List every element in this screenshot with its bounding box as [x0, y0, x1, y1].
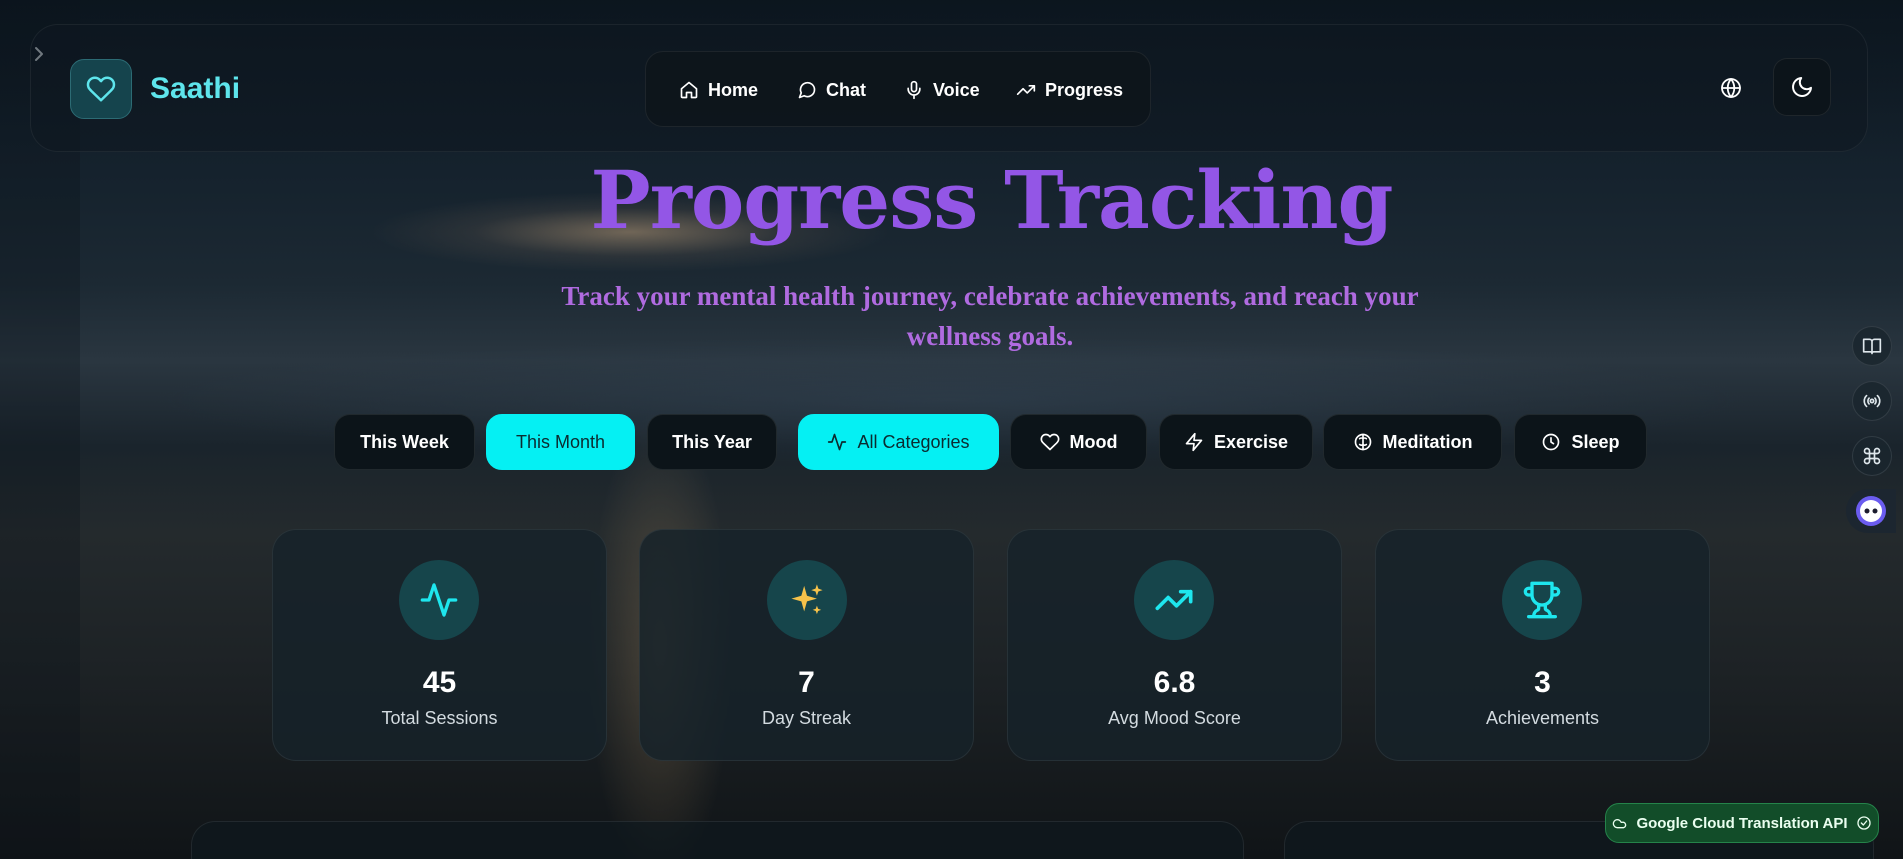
- chat-icon: [798, 81, 816, 99]
- book-icon: [1862, 338, 1882, 355]
- filter-this-month[interactable]: This Month: [486, 414, 635, 470]
- filter-this-month-label: This Month: [515, 431, 606, 452]
- moon-icon: [1792, 77, 1812, 97]
- lightning-icon: [1185, 432, 1203, 452]
- category-meditation[interactable]: Meditation: [1323, 414, 1502, 470]
- page-title: Progress Tracking: [590, 153, 1394, 247]
- apps-button[interactable]: [1852, 436, 1892, 476]
- stat-icon-wrap: [1134, 560, 1214, 640]
- translation-api-label: Google Cloud Translation API: [1636, 814, 1848, 832]
- theme-toggle-button[interactable]: [1773, 58, 1831, 116]
- filter-this-week-label: This Week: [360, 431, 449, 452]
- stat-icon-wrap: [399, 560, 479, 640]
- category-all[interactable]: All Categories: [798, 414, 999, 470]
- trophy-icon: [1523, 581, 1561, 619]
- category-mood[interactable]: Mood: [1010, 414, 1147, 470]
- subtitle-line-2: wellness goals.: [906, 321, 1074, 351]
- sparkles-icon: [791, 584, 823, 615]
- stat-value-avg-mood: 6.8: [1153, 666, 1196, 699]
- globe-icon[interactable]: [1719, 76, 1743, 100]
- translation-api-badge[interactable]: Google Cloud Translation API: [1605, 803, 1879, 843]
- category-sleep[interactable]: Sleep: [1514, 414, 1647, 470]
- nav-chat-label: Chat: [826, 79, 866, 100]
- stat-icon-wrap: [767, 560, 847, 640]
- brand-name[interactable]: Saathi: [150, 72, 240, 106]
- stat-value-day-streak: 7: [798, 666, 815, 699]
- activity-icon: [828, 433, 847, 451]
- nav-home[interactable]: Home: [679, 78, 758, 102]
- category-mood-label: Mood: [1069, 431, 1118, 452]
- stat-label-achievements: Achievements: [1485, 708, 1600, 728]
- reader-button[interactable]: [1852, 326, 1892, 366]
- mic-icon: [907, 80, 921, 100]
- nav-chat[interactable]: Chat: [797, 78, 866, 102]
- trending-up-icon: [1016, 85, 1036, 95]
- category-meditation-label: Meditation: [1382, 431, 1473, 452]
- category-sleep-label: Sleep: [1571, 431, 1620, 452]
- stat-value-total-sessions: 45: [422, 666, 457, 699]
- category-all-label: All Categories: [857, 431, 970, 452]
- filter-this-week[interactable]: This Week: [334, 414, 475, 470]
- category-exercise-label: Exercise: [1213, 431, 1289, 452]
- subtitle-line-1: Track your mental health journey, celebr…: [561, 281, 1419, 311]
- nav-voice[interactable]: Voice: [904, 78, 980, 102]
- command-icon: [1863, 447, 1881, 465]
- heart-icon: [86, 76, 116, 102]
- cloud-icon: [1613, 819, 1627, 829]
- assistant-button[interactable]: [1846, 489, 1896, 533]
- stat-label-total-sessions: Total Sessions: [381, 708, 498, 728]
- home-icon: [680, 81, 698, 99]
- stat-icon-wrap: [1502, 560, 1582, 640]
- stat-label-avg-mood: Avg Mood Score: [1108, 708, 1241, 728]
- check-circle-icon: [1856, 816, 1871, 830]
- nav-home-label: Home: [708, 79, 759, 100]
- heart-icon: [1040, 433, 1059, 451]
- category-exercise[interactable]: Exercise: [1159, 414, 1313, 470]
- filter-this-year-label: This Year: [672, 431, 752, 452]
- clock-icon: [1543, 433, 1560, 451]
- nav-progress[interactable]: Progress: [1016, 78, 1123, 102]
- stat-value-achievements: 3: [1534, 666, 1551, 699]
- page-subtitle: Track your mental health journey, celebr…: [490, 276, 1490, 356]
- broadcast-icon: [1863, 394, 1881, 408]
- stat-label-day-streak: Day Streak: [761, 708, 852, 728]
- chart-panel: [191, 821, 1244, 859]
- nav-voice-label: Voice: [933, 79, 980, 100]
- trending-up-icon: [1155, 589, 1193, 611]
- broadcast-button[interactable]: [1852, 381, 1892, 421]
- filter-this-year[interactable]: This Year: [647, 414, 777, 470]
- logo[interactable]: [70, 59, 132, 119]
- activity-icon: [420, 583, 458, 617]
- brain-icon: [1354, 433, 1371, 451]
- nav-progress-label: Progress: [1045, 79, 1124, 100]
- bot-icon: [1856, 496, 1886, 526]
